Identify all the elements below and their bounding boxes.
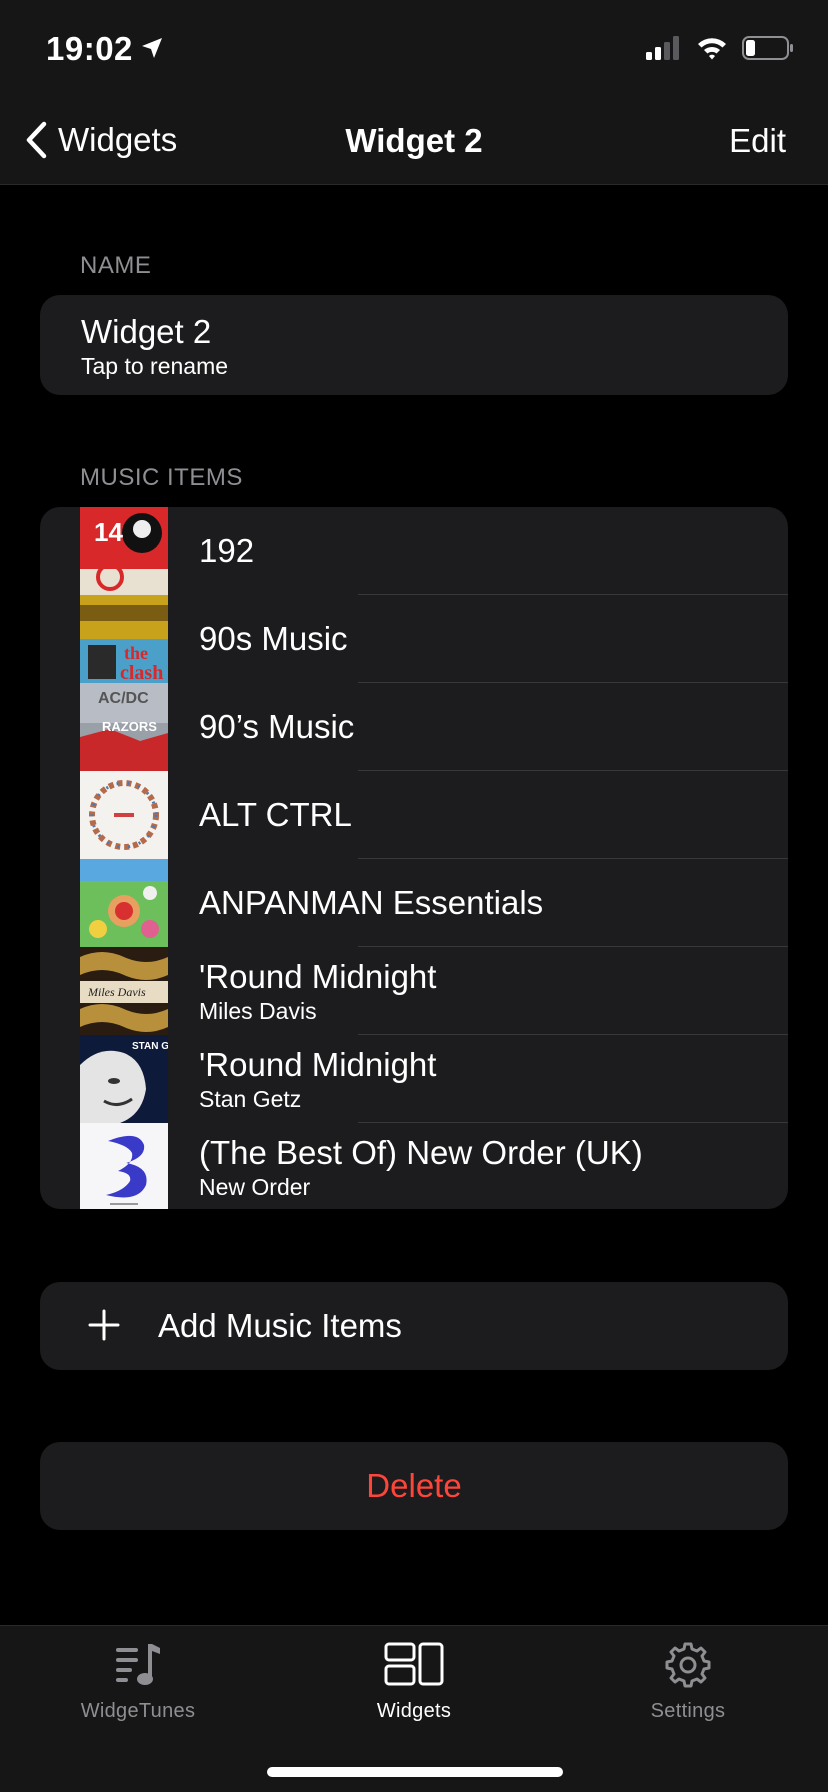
svg-text:RAZORS: RAZORS — [102, 719, 157, 734]
list-item[interactable]: (The Best Of) New Order (UK) New Order — [40, 1123, 788, 1209]
svg-text:the: the — [124, 643, 148, 663]
tab-label: Widgets — [376, 1700, 452, 1722]
tab-settings[interactable]: Settings — [588, 1640, 788, 1723]
home-indicator — [267, 1767, 563, 1777]
status-time: 19:02 — [46, 30, 133, 67]
widget-name: Widget 2 — [81, 313, 212, 350]
music-list-icon — [116, 1644, 160, 1685]
battery-icon — [742, 36, 793, 60]
item-artist: New Order — [199, 1174, 311, 1200]
list-item[interactable]: STAN GETZ 'Round Midnight Stan Getz — [40, 1035, 788, 1123]
svg-text:Miles Davis: Miles Davis — [87, 985, 146, 999]
list-item[interactable]: ANPANMAN Essentials — [40, 859, 788, 947]
album-art — [80, 859, 168, 947]
item-title: ANPANMAN Essentials — [199, 884, 544, 921]
name-section-header: NAME — [80, 252, 152, 279]
widgets-icon — [384, 1642, 444, 1686]
item-title: 90s Music — [199, 620, 348, 657]
album-art — [80, 1123, 168, 1209]
rename-cell[interactable]: Widget 2 Tap to rename — [40, 295, 788, 395]
album-art: 14 — [80, 507, 168, 595]
album-art: STAN GETZ — [80, 1035, 168, 1123]
delete-button[interactable]: Delete — [40, 1442, 788, 1530]
list-item[interactable]: ALT CTRL — [40, 771, 788, 859]
tab-label: WidgeTunes — [80, 1700, 196, 1722]
item-artist: Miles Davis — [199, 998, 317, 1024]
cellular-signal-icon — [646, 36, 679, 60]
add-music-items-label: Add Music Items — [158, 1307, 402, 1344]
svg-text:14: 14 — [94, 517, 123, 547]
svg-text:STAN GETZ: STAN GETZ — [132, 1041, 168, 1052]
item-title: 90’s Music — [199, 708, 355, 745]
svg-text:AC/DC: AC/DC — [98, 690, 149, 707]
svg-text:clash: clash — [120, 662, 163, 683]
list-item[interactable]: Miles Davis 'Round Midnight Miles Davis — [40, 947, 788, 1035]
wifi-icon — [698, 38, 726, 60]
item-title: 192 — [199, 532, 255, 569]
status-icons — [646, 36, 794, 60]
music-items-list: 14 192 the clash 90s Music AC/DC RAZORS … — [40, 507, 788, 1209]
status-bar: 19:02 — [0, 0, 828, 100]
list-item[interactable]: the clash 90s Music — [40, 595, 788, 683]
item-title: (The Best Of) New Order (UK) — [199, 1134, 643, 1171]
tab-widgets[interactable]: Widgets — [314, 1640, 514, 1723]
navigation-bar: Widgets Widget 2 Edit — [0, 100, 828, 185]
rename-hint: Tap to rename — [81, 353, 229, 379]
tab-widgetunes[interactable]: WidgeTunes — [38, 1640, 238, 1723]
edit-button[interactable]: Edit — [729, 122, 786, 160]
delete-label: Delete — [366, 1467, 462, 1504]
album-art — [80, 771, 168, 859]
album-art: Miles Davis — [80, 947, 168, 1035]
item-artist: Stan Getz — [199, 1086, 302, 1112]
gear-icon — [665, 1642, 711, 1688]
location-arrow-icon — [142, 38, 162, 58]
list-item[interactable]: AC/DC RAZORS 90’s Music — [40, 683, 788, 771]
item-title: 'Round Midnight — [199, 958, 437, 995]
add-music-items-button[interactable]: Add Music Items — [40, 1282, 788, 1370]
item-title: 'Round Midnight — [199, 1046, 437, 1083]
album-art: AC/DC RAZORS — [80, 683, 168, 771]
plus-icon — [88, 1309, 120, 1341]
tab-label: Settings — [650, 1700, 726, 1722]
list-item[interactable]: 14 192 — [40, 507, 788, 595]
album-art: the clash — [80, 595, 168, 683]
page-title: Widget 2 — [345, 122, 483, 159]
item-title: ALT CTRL — [199, 796, 352, 833]
music-items-section-header: MUSIC ITEMS — [80, 464, 243, 491]
